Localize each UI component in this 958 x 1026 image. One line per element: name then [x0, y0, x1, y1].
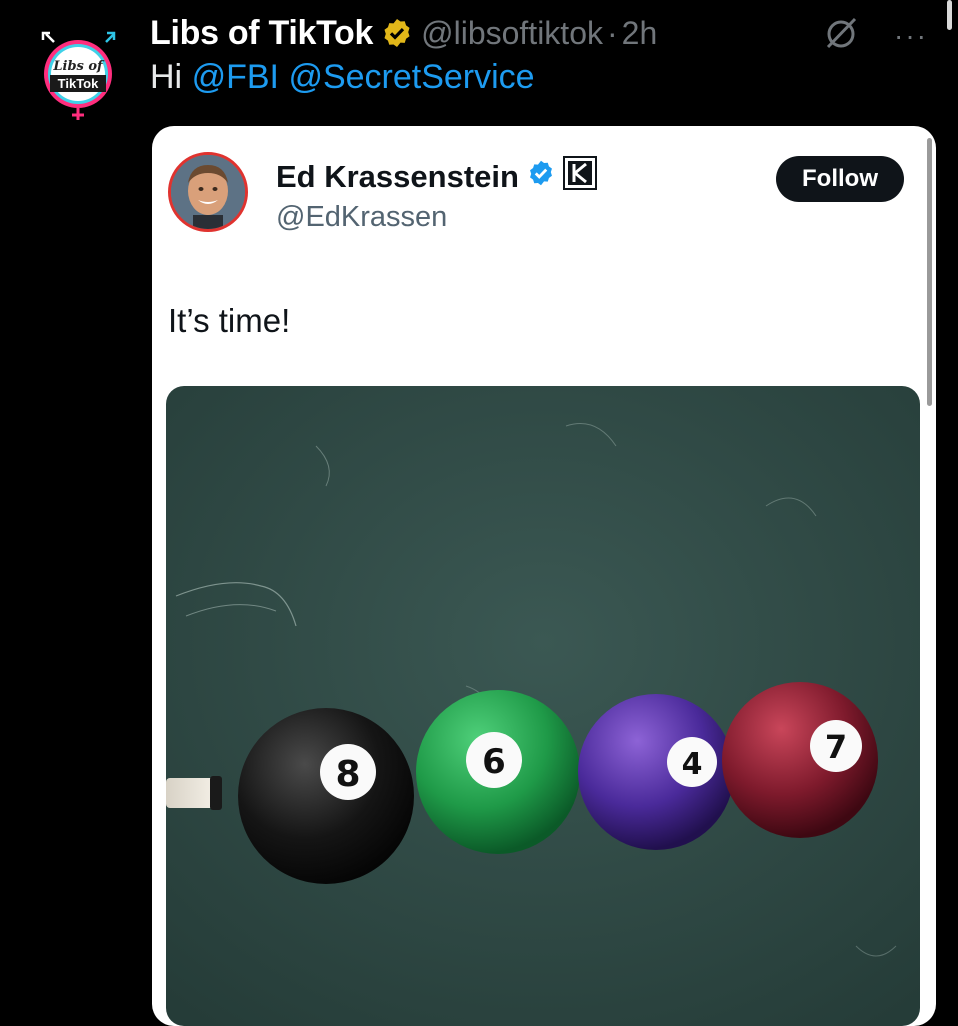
quoted-author-name-row: Ed Krassenstein [276, 156, 597, 198]
separator-dot: · [606, 14, 618, 51]
quoted-tweet-text: It’s time! [168, 302, 291, 339]
author-handle[interactable]: @libsoftiktok [421, 15, 603, 52]
quoted-author-avatar[interactable] [168, 152, 248, 232]
follow-button[interactable]: Follow [776, 156, 904, 202]
quoted-author-handle[interactable]: @EdKrassen [276, 201, 447, 234]
more-icon[interactable]: ··· [894, 21, 928, 49]
gold-verified-icon[interactable] [381, 17, 413, 49]
quoted-tweet-card[interactable]: Ed Krassenstein @EdKrassen Follow It’s t… [152, 126, 936, 1026]
ball-number-7: 7 [825, 728, 847, 766]
page-scrollbar[interactable] [947, 0, 952, 30]
tweet-time[interactable]: 2h [622, 15, 658, 52]
tweet-header: Libs of TikTok @libsoftiktok · 2h ··· [150, 10, 928, 56]
ball-number-6: 6 [482, 742, 506, 782]
quoted-tweet-image[interactable]: 8 6 4 7 [166, 386, 920, 1026]
author-avatar[interactable]: Libs of TikTok [40, 30, 120, 120]
avatar-text-line2: TikTok [58, 76, 99, 91]
affiliate-k-icon[interactable] [562, 156, 597, 198]
tweet-text-prefix: Hi [150, 58, 192, 96]
avatar-text-line1: Libs of [52, 59, 105, 74]
ball-number-4: 4 [682, 747, 703, 782]
pool-ball-6: 6 [416, 690, 580, 854]
tweet-text: Hi @FBI @SecretService [150, 58, 535, 97]
pool-ball-8: 8 [238, 708, 414, 884]
quoted-author-name[interactable]: Ed Krassenstein [276, 159, 519, 195]
ball-number-8: 8 [335, 754, 360, 795]
mention-secretservice[interactable]: @SecretService [288, 58, 534, 96]
embed-scrollbar[interactable] [927, 138, 932, 406]
mention-fbi[interactable]: @FBI [192, 58, 279, 96]
pool-ball-4: 4 [578, 694, 734, 850]
blue-verified-icon[interactable] [527, 159, 555, 195]
grok-slash-icon[interactable] [822, 14, 860, 57]
pool-ball-7: 7 [722, 682, 878, 838]
author-name[interactable]: Libs of TikTok [150, 14, 373, 53]
